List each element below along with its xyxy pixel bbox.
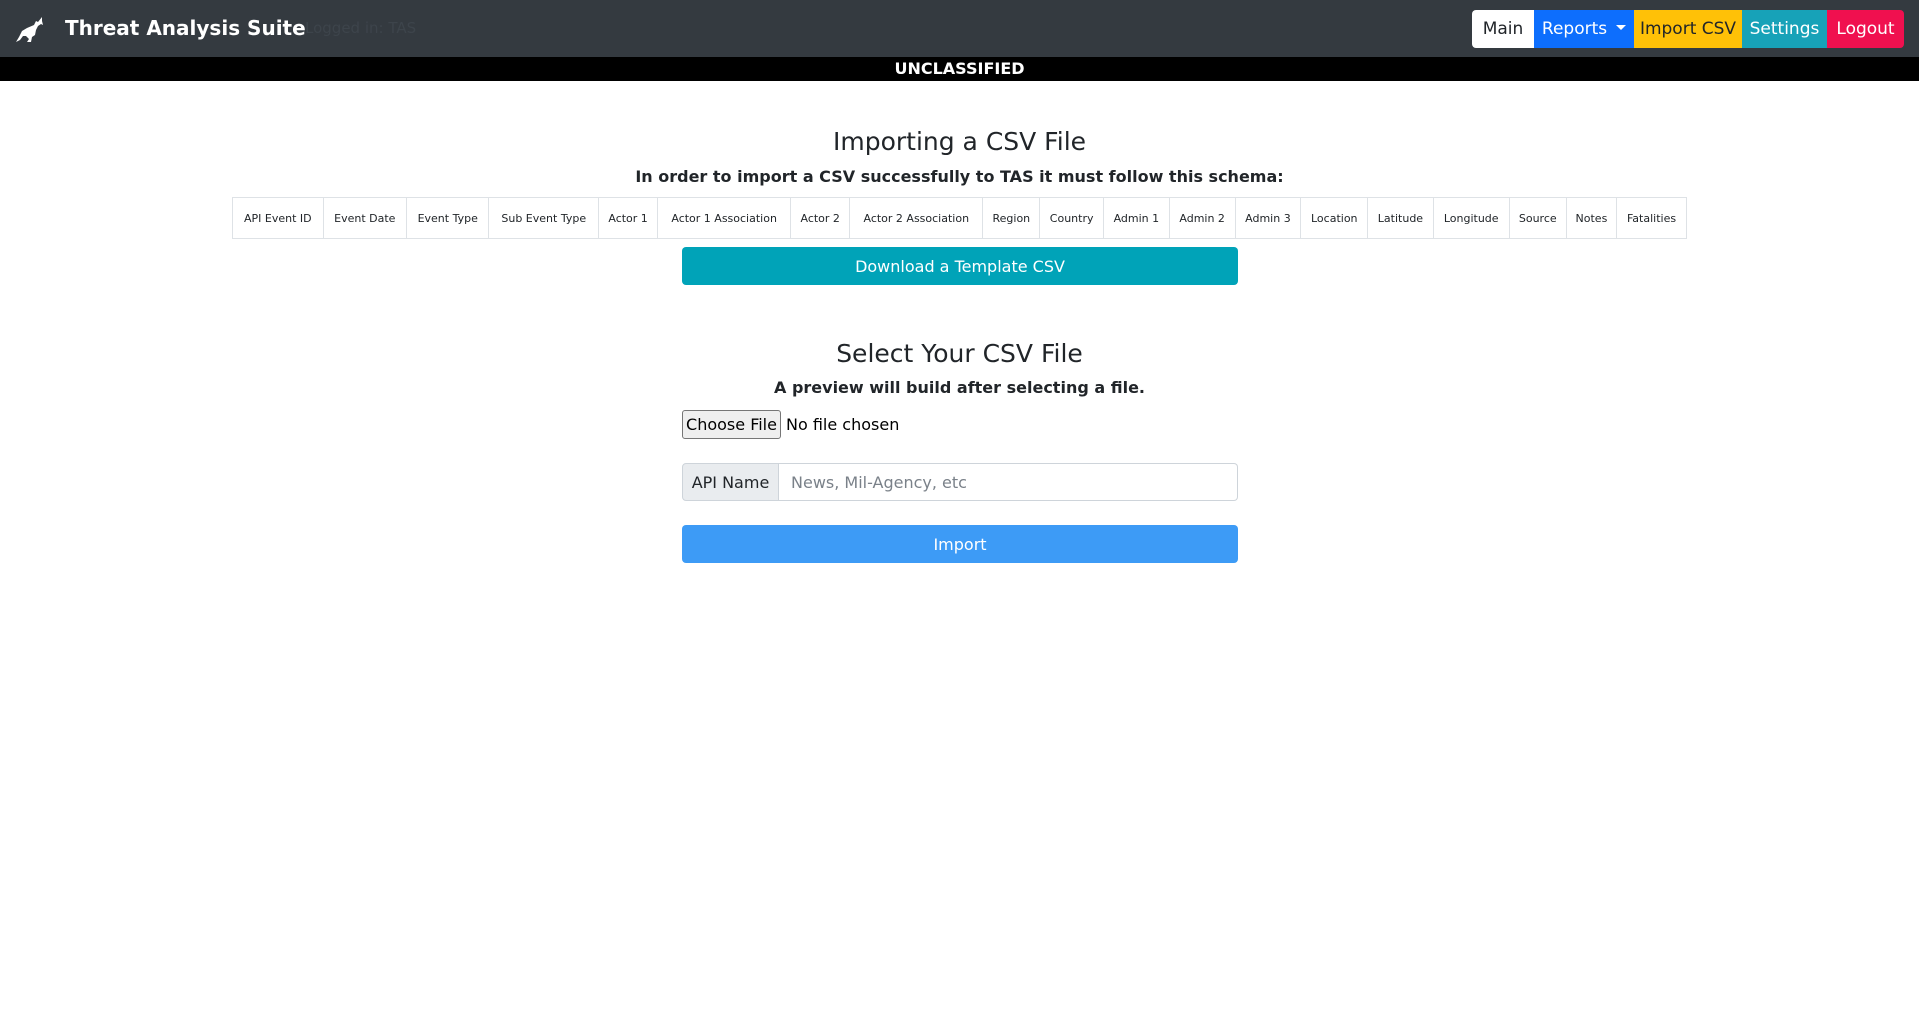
logout-button-label: Logout bbox=[1836, 18, 1895, 39]
select-heading: Select Your CSV File bbox=[836, 339, 1083, 368]
import-subheading: In order to import a CSV successfully to… bbox=[635, 167, 1284, 186]
schema-column-cell: Admin 1 bbox=[1102, 197, 1170, 239]
file-status-text: No file chosen bbox=[786, 414, 900, 434]
api-name-input-group: API Name bbox=[682, 463, 1238, 501]
schema-column-cell: Longitude bbox=[1432, 197, 1510, 239]
import-heading: Importing a CSV File bbox=[832, 127, 1087, 156]
wolf-logo-icon[interactable] bbox=[15, 16, 45, 44]
schema-column-cell: Sub Event Type bbox=[488, 197, 600, 239]
main-button-label: Main bbox=[1482, 18, 1524, 39]
file-input: Choose File No file chosen bbox=[682, 409, 899, 439]
classification-banner: UNCLASSIFIED bbox=[0, 57, 1919, 81]
schema-column-cell: Region bbox=[982, 197, 1041, 239]
import-csv-button-label: Import CSV bbox=[1639, 18, 1737, 39]
reports-dropdown-button[interactable]: Reports bbox=[1534, 10, 1634, 48]
api-name-label: API Name bbox=[682, 463, 779, 501]
api-name-input[interactable] bbox=[779, 463, 1238, 501]
schema-column-cell: Actor 2 bbox=[790, 197, 851, 239]
import-submit-button[interactable]: Import bbox=[682, 525, 1238, 563]
download-template-button[interactable]: Download a Template CSV bbox=[682, 247, 1238, 285]
schema-column-cell: Source bbox=[1508, 197, 1567, 239]
schema-column-cell: Admin 2 bbox=[1168, 197, 1236, 239]
import-csv-button[interactable]: Import CSV bbox=[1634, 10, 1742, 48]
schema-column-cell: Notes bbox=[1565, 197, 1618, 239]
settings-button[interactable]: Settings bbox=[1742, 10, 1827, 48]
select-subheading: A preview will build after selecting a f… bbox=[773, 378, 1145, 397]
schema-column-cell: Fatalities bbox=[1616, 197, 1687, 239]
schema-row: API Event ID Event Date Event Type Sub Even… bbox=[232, 197, 1687, 239]
schema-column-cell: Actor 1 Association bbox=[657, 197, 792, 239]
schema-column-cell: API Event ID bbox=[232, 197, 324, 239]
top-navbar: Threat Analysis Suite Logged in: TAS Mai… bbox=[0, 0, 1919, 57]
schema-column-cell: Event Type bbox=[406, 197, 490, 239]
reports-button-label: Reports bbox=[1541, 18, 1608, 39]
logged-in-label: Logged in: TAS bbox=[305, 19, 417, 37]
caret-down-icon bbox=[1616, 24, 1627, 30]
schema-column-cell: Location bbox=[1300, 197, 1369, 239]
download-template-label: Download a Template CSV bbox=[855, 256, 1065, 276]
schema-column-cell: Actor 1 bbox=[598, 197, 659, 239]
schema-column-cell: Actor 2 Association bbox=[849, 197, 984, 239]
app-title[interactable]: Threat Analysis Suite bbox=[65, 14, 306, 42]
choose-file-button[interactable]: Choose File bbox=[682, 409, 781, 439]
settings-button-label: Settings bbox=[1749, 18, 1820, 39]
main-button[interactable]: Main bbox=[1472, 10, 1534, 48]
schema-column-cell: Latitude bbox=[1367, 197, 1434, 239]
schema-column-cell: Admin 3 bbox=[1234, 197, 1302, 239]
nav-button-group: Main Reports Import CSV Settings Logout bbox=[1472, 10, 1904, 48]
schema-column-cell: Country bbox=[1039, 197, 1104, 239]
logout-button[interactable]: Logout bbox=[1827, 10, 1904, 48]
schema-column-cell: Event Date bbox=[322, 197, 408, 239]
import-submit-label: Import bbox=[933, 534, 987, 554]
schema-table: API Event ID Event Date Event Type Sub Even… bbox=[232, 197, 1687, 239]
